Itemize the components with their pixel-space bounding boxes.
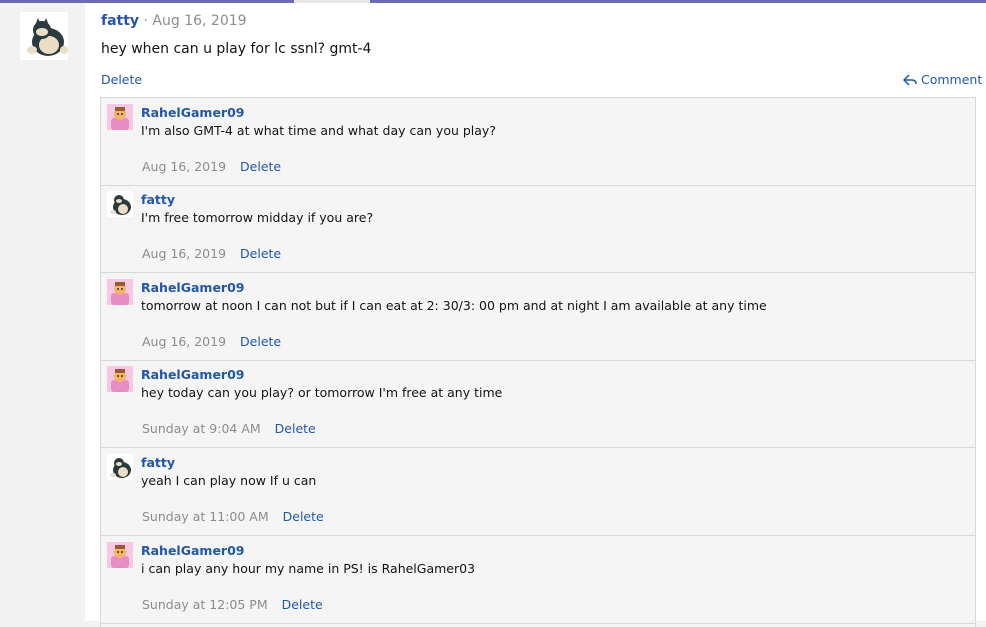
comment-item: RahelGamer09 I'm also GMT-4 at what time… — [101, 98, 976, 186]
snorlax-avatar-icon[interactable] — [107, 454, 133, 480]
comment-username[interactable]: RahelGamer09 — [141, 105, 244, 120]
comment-message: yeah I can play now If u can — [141, 473, 317, 488]
comment-delete-link[interactable]: Delete — [240, 246, 281, 261]
comment-delete-link[interactable]: Delete — [283, 509, 324, 524]
comment-meta: Aug 16, 2019 Delete — [142, 246, 281, 261]
reply-arrow-icon — [903, 73, 917, 86]
comment-message: i can play any hour my name in PS! is Ra… — [141, 561, 476, 576]
post-username[interactable]: fatty — [101, 13, 139, 29]
post-header-separator: · — [143, 13, 148, 29]
comment-delete-link[interactable]: Delete — [275, 421, 316, 436]
pink-character-avatar-icon[interactable] — [107, 104, 133, 130]
comment-message: hey today can you play? or tomorrow I'm … — [141, 385, 503, 400]
comment-item: RahelGamer09 tomorrow at noon I can not … — [101, 273, 976, 361]
comment-meta: Sunday at 9:04 AM Delete — [142, 421, 316, 436]
comment-username[interactable]: fatty — [141, 192, 175, 207]
comment-item: RahelGamer09 i can play any hour my name… — [101, 536, 976, 624]
comment-message: tomorrow at noon I can not but if I can … — [141, 298, 767, 313]
comment-meta: Sunday at 11:00 AM Delete — [142, 509, 324, 524]
comment-username[interactable]: RahelGamer09 — [141, 280, 244, 295]
snorlax-avatar-icon[interactable] — [107, 191, 133, 217]
comments-list: RahelGamer09 I'm also GMT-4 at what time… — [100, 97, 976, 627]
comment-delete-link[interactable]: Delete — [240, 334, 281, 349]
comment-date[interactable]: Aug 16, 2019 — [142, 246, 226, 261]
comment-item: fatty yeah I can play now If u can Sunda… — [101, 448, 976, 536]
comment-date[interactable]: Sunday at 11:00 AM — [142, 509, 269, 524]
comment-username[interactable]: RahelGamer09 — [141, 367, 244, 382]
comment-delete-link[interactable]: Delete — [282, 597, 323, 612]
comment-date[interactable]: Sunday at 9:04 AM — [142, 421, 261, 436]
comment-date[interactable]: Aug 16, 2019 — [142, 334, 226, 349]
comment-meta: Aug 16, 2019 Delete — [142, 334, 281, 349]
pink-character-avatar-icon[interactable] — [107, 542, 133, 568]
post-date[interactable]: Aug 16, 2019 — [152, 13, 246, 29]
pink-character-avatar-icon[interactable] — [107, 366, 133, 392]
comment-username[interactable]: RahelGamer09 — [141, 543, 244, 558]
snorlax-avatar-icon[interactable] — [20, 12, 68, 60]
post-header: fatty · Aug 16, 2019 — [101, 13, 247, 29]
comment-item: RahelGamer09 hey today can you play? or … — [101, 360, 976, 448]
comment-username[interactable]: fatty — [141, 455, 175, 470]
post-delete-link[interactable]: Delete — [101, 72, 142, 87]
comment-meta: Aug 16, 2019 Delete — [142, 159, 281, 174]
comment-date[interactable]: Sunday at 12:05 PM — [142, 597, 268, 612]
comment-item: fatty I'm free tomorrow midday if you ar… — [101, 185, 976, 273]
post-message: hey when can u play for lc ssnl? gmt-4 — [101, 41, 372, 57]
comment-meta: Sunday at 12:05 PM Delete — [142, 597, 323, 612]
comment-delete-link[interactable]: Delete — [240, 159, 281, 174]
comment-label: Comment — [921, 72, 983, 87]
comment-message: I'm free tomorrow midday if you are? — [141, 210, 374, 225]
comment-button[interactable]: Comment — [903, 72, 982, 87]
pink-character-avatar-icon[interactable] — [107, 279, 133, 305]
comment-date[interactable]: Aug 16, 2019 — [142, 159, 226, 174]
comment-message: I'm also GMT-4 at what time and what day… — [141, 123, 496, 138]
